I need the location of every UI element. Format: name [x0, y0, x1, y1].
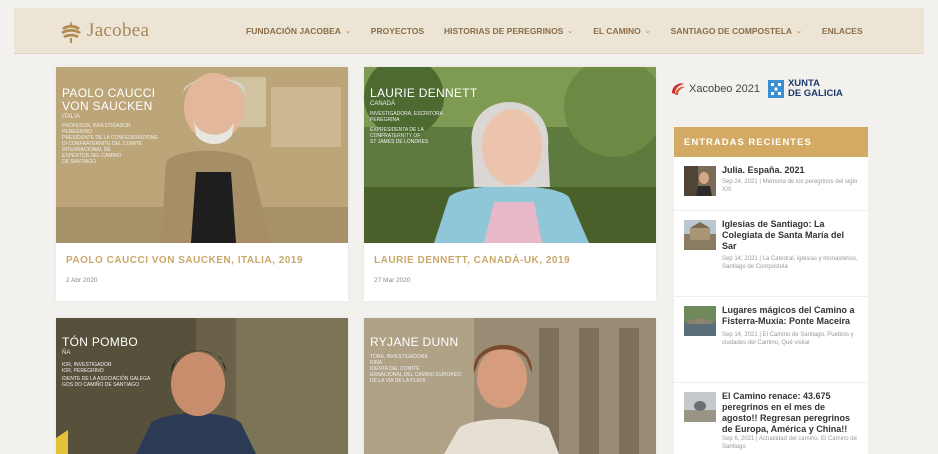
overlay-role: DE SANTIAGO	[62, 159, 97, 165]
site-header: Jacobea FUNDACIÓN JACOBEA ⌄ PROYECTOS HIS…	[14, 8, 924, 54]
overlay-name: TÓN POMBO	[62, 335, 139, 349]
overlay-name: VON SAUCKEN	[62, 99, 153, 113]
post-card: TÓN POMBO ÑA IOR, INVESTIGADOR IOR, PERE…	[56, 318, 348, 454]
nav-el-camino[interactable]: EL CAMINO ⌄	[593, 26, 650, 36]
recent-post-title[interactable]: Iglesias de Santiago: La Colegiata de Sa…	[722, 219, 858, 252]
post-date: 2 Abr 2020	[66, 277, 98, 284]
overlay-country: CANADÁ	[370, 101, 396, 107]
recent-post-thumbnail[interactable]	[684, 166, 716, 196]
recent-post-thumbnail[interactable]	[684, 392, 716, 422]
post-thumbnail[interactable]: TÓN POMBO ÑA IOR, INVESTIGADOR IOR, PERE…	[56, 318, 348, 454]
overlay-country: ITALIA	[62, 114, 80, 120]
nav-enlaces[interactable]: ENLACES	[822, 26, 863, 36]
recent-post-item[interactable]: Iglesias de Santiago: La Colegiata de Sa…	[674, 211, 868, 297]
recent-post-title[interactable]: Lugares mágicos del Camino a Fisterra-Mu…	[722, 305, 858, 327]
recent-post-thumbnail[interactable]	[684, 220, 716, 250]
chevron-down-icon: ⌄	[567, 28, 574, 35]
overlay-role: DE LA VÍA DE LA PLATA	[370, 378, 426, 384]
logo-text: Jacobea	[87, 20, 150, 41]
xacobeo-logo-icon	[672, 83, 685, 95]
recent-post-meta: Sep 14, 2021 | La Catedral, iglesias y m…	[722, 256, 858, 270]
logo-emblem-icon	[58, 18, 84, 44]
post-thumbnail[interactable]: LAURIE DENNETT CANADÁ INVESTIGADORA, ESC…	[364, 67, 656, 243]
xunta-logo-icon	[767, 80, 784, 98]
post-card: LAURIE DENNETT CANADÁ INVESTIGADORA, ESC…	[364, 67, 656, 301]
recent-post-item[interactable]: Lugares mágicos del Camino a Fisterra-Mu…	[674, 297, 868, 383]
recent-post-thumbnail[interactable]	[684, 306, 716, 336]
post-thumbnail[interactable]: RYJANE DUNN TORA, INVESTIGADORA RINA IDE…	[364, 318, 656, 454]
site-logo[interactable]: Jacobea	[58, 17, 149, 45]
overlay-name: RYJANE DUNN	[370, 335, 459, 349]
recent-post-meta: Sep 24, 2021 | Memoria de los peregrinos…	[722, 179, 858, 193]
recent-post-meta: Sep 6, 2021 | Actualidad del camino, El …	[722, 436, 857, 450]
sponsor-logos: Xacobeo 2021 XUNTA DE GALICIA	[670, 74, 870, 104]
nav-fundacion-jacobea[interactable]: FUNDACIÓN JACOBEA ⌄	[246, 26, 351, 36]
chevron-down-icon: ⌄	[644, 28, 651, 35]
nav-historias-de-peregrinos[interactable]: HISTORIAS DE PEREGRINOS ⌄	[444, 26, 573, 36]
recent-post-item[interactable]: El Camino renace: 43.675 peregrinos en e…	[674, 383, 868, 454]
recent-posts-heading: ENTRADAS RECIENTES	[674, 127, 868, 157]
nav-santiago-de-compostela[interactable]: SANTIAGO DE COMPOSTELA ⌄	[671, 26, 802, 36]
post-thumbnail[interactable]: PAOLO CAUCCI VON SAUCKEN ITALIA PROFESOR…	[56, 67, 348, 243]
xacobeo-text: Xacobeo 2021	[689, 83, 760, 95]
recent-post-title[interactable]: Julia. España. 2021	[722, 165, 858, 176]
overlay-role: GOS DO CAMIÑO DE SANTIAGO	[62, 382, 139, 388]
overlay-role: PEREGRINA	[370, 117, 400, 123]
chevron-down-icon: ⌄	[796, 28, 802, 35]
nav-proyectos[interactable]: PROYECTOS	[371, 26, 424, 36]
recent-post-meta: Sep 14, 2021 | El Camino de Santiago, Pu…	[722, 332, 854, 346]
main-nav: FUNDACIÓN JACOBEA ⌄ PROYECTOS HISTORIAS D…	[246, 8, 883, 54]
overlay-name: PAOLO CAUCCI	[62, 86, 156, 100]
overlay-role: IOR, PEREGRINO	[62, 368, 104, 374]
recent-post-title[interactable]: El Camino renace: 43.675 peregrinos en e…	[722, 391, 858, 435]
chevron-down-icon: ⌄	[344, 28, 351, 35]
recent-post-item[interactable]: Julia. España. 2021 Sep 24, 2021 | Memor…	[674, 157, 868, 211]
post-title[interactable]: LAURIE DENNETT, CANADÁ-UK, 2019	[374, 255, 570, 266]
post-card: RYJANE DUNN TORA, INVESTIGADORA RINA IDE…	[364, 318, 656, 454]
post-card: PAOLO CAUCCI VON SAUCKEN ITALIA PROFESOR…	[56, 67, 348, 301]
overlay-country: ÑA	[62, 350, 71, 356]
post-title[interactable]: PAOLO CAUCCI VON SAUCKEN, ITALIA, 2019	[66, 255, 303, 266]
post-date: 27 Mar 2020	[374, 277, 411, 284]
xunta-text: XUNTA DE GALICIA	[787, 78, 843, 99]
overlay-role: ST JAMES DE LONDRES	[370, 139, 429, 145]
overlay-name: LAURIE DENNETT	[370, 86, 478, 100]
